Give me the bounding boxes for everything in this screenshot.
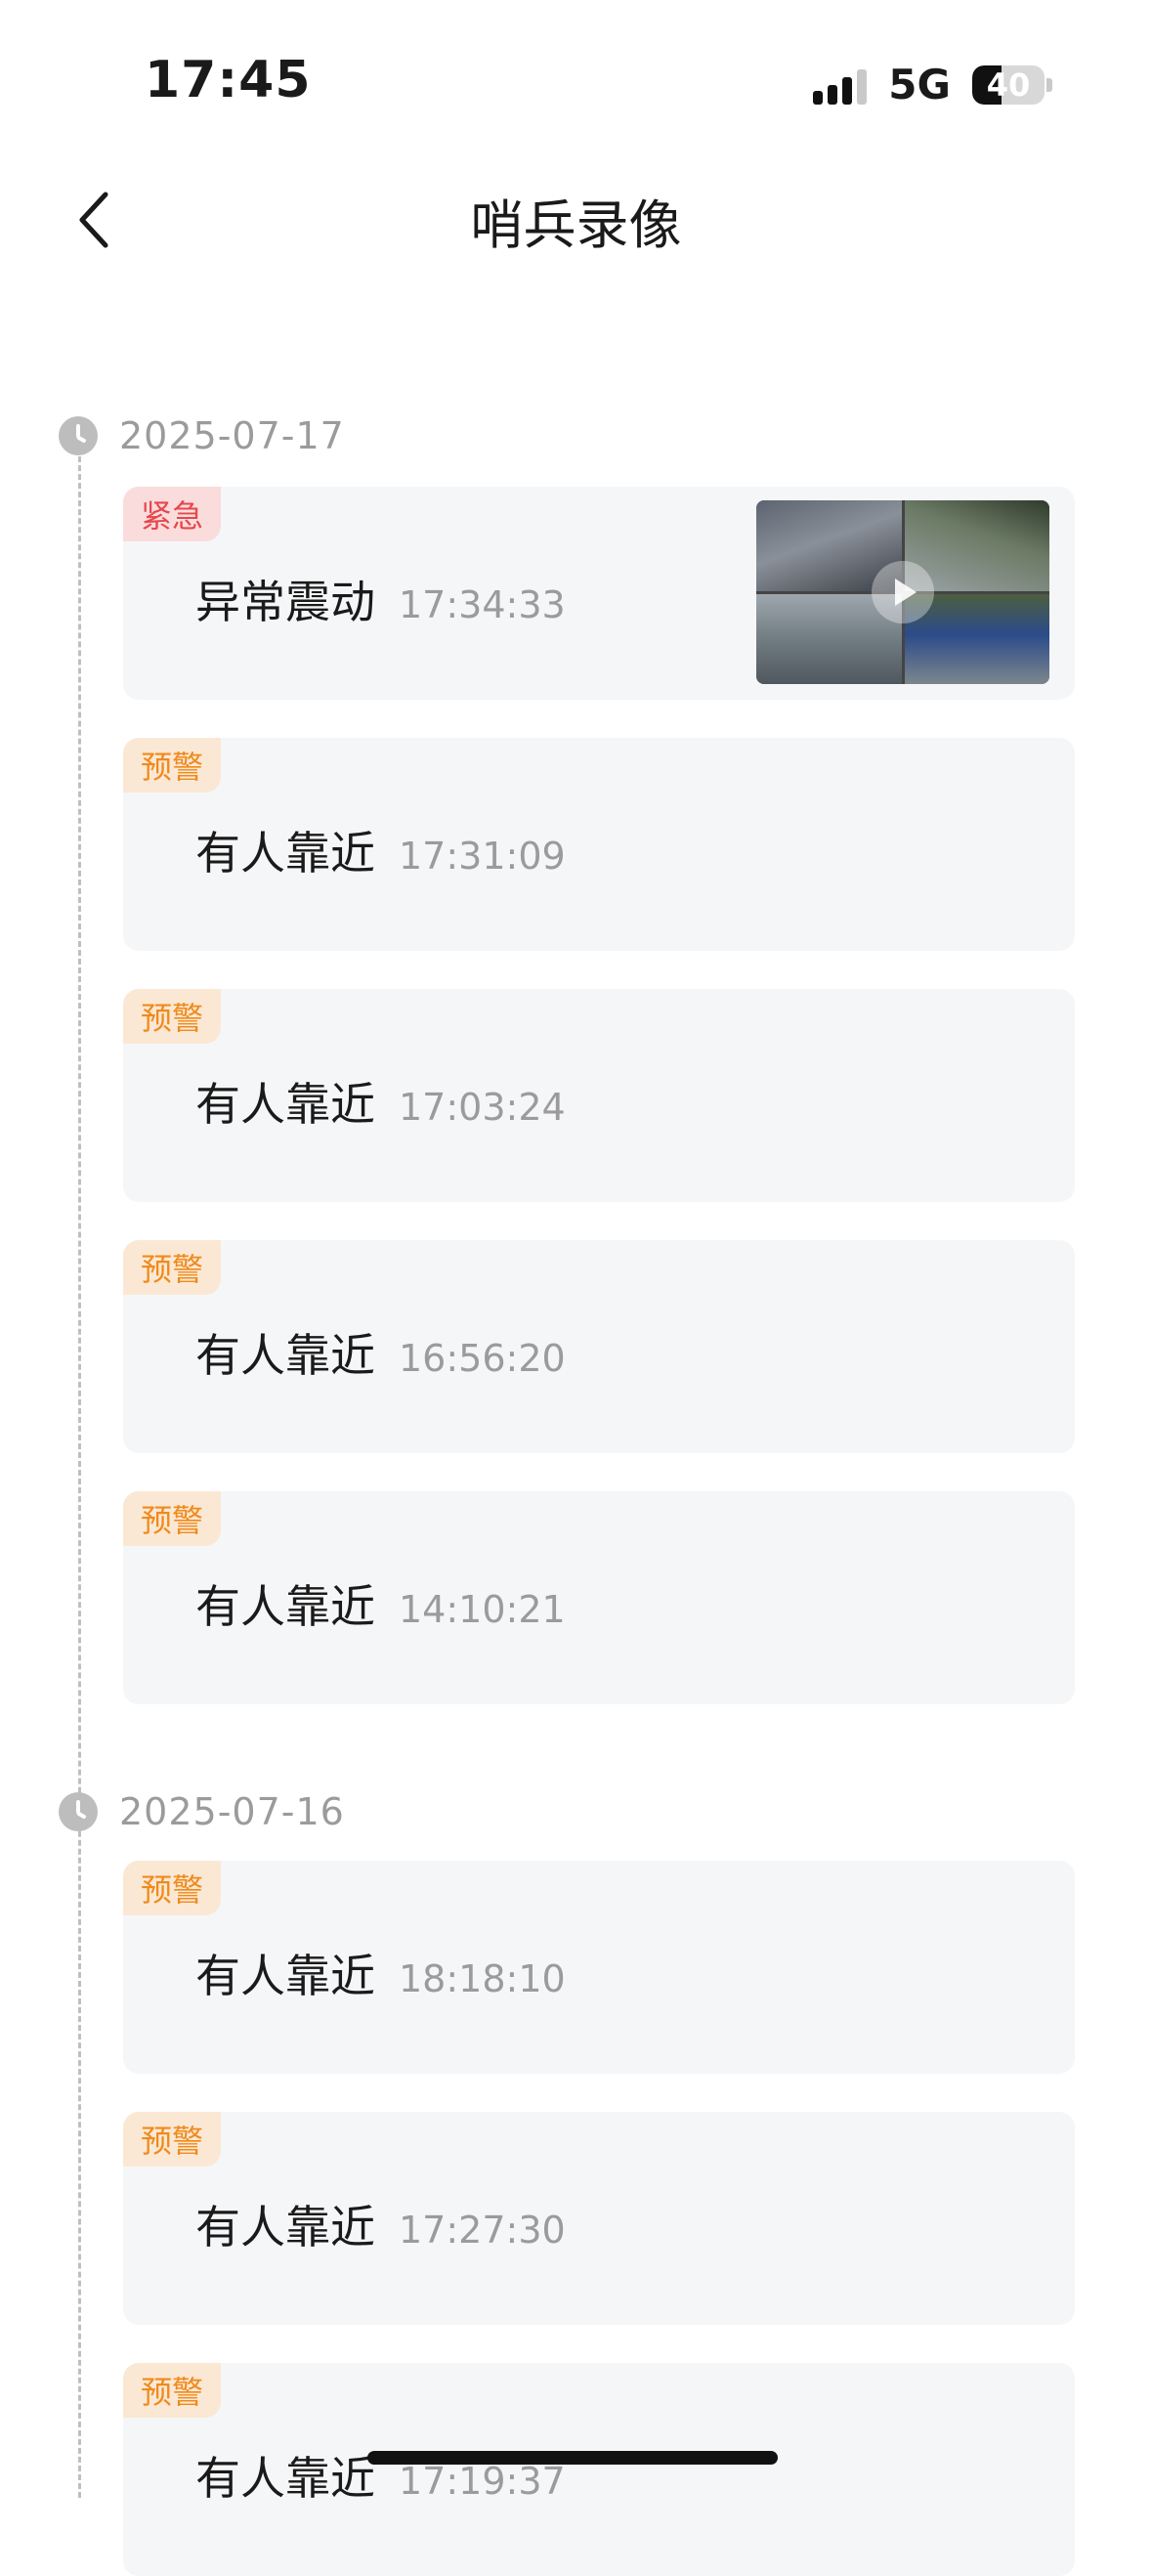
event-card[interactable]: 预警 有人靠近 16:56:20 (123, 1240, 1075, 1453)
event-title: 有人靠近 (195, 827, 375, 880)
event-card[interactable]: 预警 有人靠近 17:03:24 (123, 989, 1075, 1202)
event-title: 有人靠近 (195, 1950, 375, 2002)
event-card[interactable]: 预警 有人靠近 18:18:10 (123, 1861, 1075, 2074)
event-time: 17:03:24 (399, 1086, 566, 1129)
event-title: 有人靠近 (195, 1329, 375, 1382)
warning-badge: 预警 (123, 1861, 222, 1915)
warning-badge: 预警 (123, 1491, 222, 1546)
video-thumbnail[interactable] (756, 500, 1049, 684)
event-time: 17:31:09 (399, 835, 566, 878)
event-title: 异常震动 (195, 576, 375, 628)
event-time: 18:18:10 (399, 1957, 566, 2000)
network-type: 5G (888, 61, 951, 108)
warning-badge: 预警 (123, 2112, 222, 2167)
signal-icon (813, 65, 868, 105)
status-time: 17:45 (145, 51, 312, 109)
clock-icon (59, 416, 98, 455)
play-icon (872, 561, 934, 623)
battery-icon: 40 (972, 64, 1045, 105)
event-title: 有人靠近 (195, 2452, 375, 2505)
date-header: 2025-07-16 (59, 1790, 345, 1833)
event-card[interactable]: 预警 有人靠近 17:19:37 (123, 2363, 1075, 2576)
date-label: 2025-07-16 (119, 1790, 345, 1833)
warning-badge: 预警 (123, 738, 222, 793)
date-header: 2025-07-17 (59, 414, 345, 457)
warning-badge: 预警 (123, 2363, 222, 2418)
event-time: 17:27:30 (399, 2209, 566, 2252)
event-time: 17:34:33 (399, 583, 566, 626)
date-label: 2025-07-17 (119, 414, 345, 457)
battery-percent: 40 (986, 65, 1031, 104)
clock-icon (59, 1792, 98, 1831)
event-title: 有人靠近 (195, 2201, 375, 2254)
event-time: 16:56:20 (399, 1337, 566, 1380)
event-card[interactable]: 预警 有人靠近 17:31:09 (123, 738, 1075, 951)
event-time: 14:10:21 (399, 1588, 566, 1631)
urgent-badge: 紧急 (123, 487, 222, 541)
page-title: 哨兵录像 (470, 194, 682, 256)
event-card[interactable]: 紧急 异常震动 17:34:33 (123, 487, 1075, 700)
timeline-line (78, 430, 81, 2498)
home-indicator[interactable] (367, 2451, 778, 2465)
event-title: 有人靠近 (195, 1580, 375, 1633)
warning-badge: 预警 (123, 1240, 222, 1295)
warning-badge: 预警 (123, 989, 222, 1044)
event-card[interactable]: 预警 有人靠近 17:27:30 (123, 2112, 1075, 2325)
event-title: 有人靠近 (195, 1078, 375, 1131)
event-card[interactable]: 预警 有人靠近 14:10:21 (123, 1491, 1075, 1704)
event-time: 17:19:37 (399, 2460, 566, 2503)
status-icons: 5G 40 (813, 61, 1052, 108)
